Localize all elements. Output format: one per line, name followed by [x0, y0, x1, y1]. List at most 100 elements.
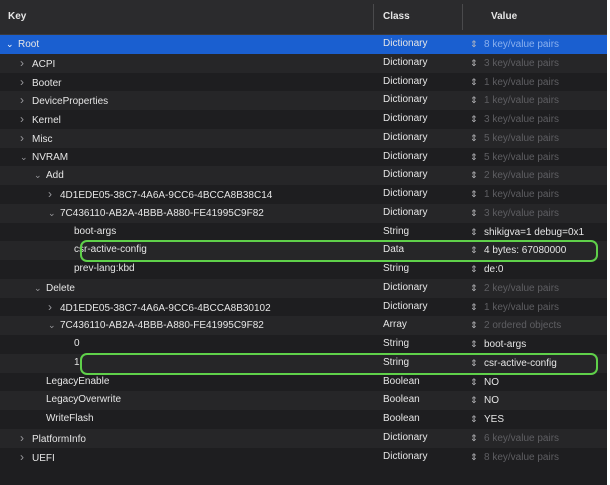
plist-row[interactable]: 1 String ⇕ csr-active-config — [0, 353, 607, 374]
stepper-icon[interactable]: ⇕ — [470, 223, 484, 242]
row-value-cell[interactable]: ⇕ YES — [470, 410, 504, 430]
row-value-cell[interactable]: ⇕ 2 key/value pairs — [470, 166, 559, 186]
row-value-cell[interactable]: ⇕ 2 ordered objects — [470, 316, 561, 336]
row-value-cell[interactable]: ⇕ 3 key/value pairs — [470, 54, 559, 74]
chevron-right-icon[interactable]: › — [20, 91, 32, 110]
row-key-cell[interactable]: csr-active-config — [62, 241, 366, 260]
row-key-cell[interactable]: ⌄ Delete — [34, 279, 366, 299]
chevron-down-icon[interactable]: ⌄ — [20, 148, 32, 167]
stepper-icon[interactable]: ⇕ — [470, 129, 484, 148]
plist-row[interactable]: LegacyEnable Boolean ⇕ NO — [0, 373, 607, 392]
row-class-cell[interactable]: Dictionary — [383, 110, 427, 129]
value-column-header[interactable]: Value — [491, 11, 517, 22]
plist-row[interactable]: ⌄ Root Dictionary ⇕ 8 key/value pairs — [0, 35, 607, 54]
plist-row[interactable]: boot-args String ⇕ shikigva=1 debug=0x1 — [0, 223, 607, 242]
row-value-cell[interactable]: ⇕ 8 key/value pairs — [470, 448, 559, 468]
row-class-cell[interactable]: Boolean — [383, 373, 420, 392]
plist-row[interactable]: ⌄ Add Dictionary ⇕ 2 key/value pairs — [0, 166, 607, 185]
chevron-right-icon[interactable]: › — [20, 429, 32, 448]
row-value-cell[interactable]: ⇕ NO — [470, 373, 499, 393]
chevron-down-icon[interactable]: ⌄ — [34, 279, 46, 298]
plist-row[interactable]: › PlatformInfo Dictionary ⇕ 6 key/value pair… — [0, 428, 607, 450]
stepper-icon[interactable]: ⇕ — [470, 429, 484, 448]
key-column-header[interactable]: Key — [8, 11, 26, 22]
row-value-cell[interactable]: ⇕ csr-active-config — [470, 354, 557, 374]
stepper-icon[interactable]: ⇕ — [470, 91, 484, 110]
row-class-cell[interactable]: Dictionary — [383, 279, 427, 298]
plist-row[interactable]: › DeviceProperties Dictionary ⇕ 1 key/value … — [0, 91, 607, 110]
row-key-cell[interactable]: LegacyOverwrite — [34, 391, 366, 410]
row-key-cell[interactable]: boot-args — [62, 223, 366, 242]
plist-row[interactable]: WriteFlash Boolean ⇕ YES — [0, 410, 607, 429]
row-key-cell[interactable]: ⌄ Root — [6, 35, 366, 55]
row-class-cell[interactable]: Dictionary — [383, 298, 427, 317]
chevron-right-icon[interactable]: › — [20, 73, 32, 92]
stepper-icon[interactable]: ⇕ — [470, 204, 484, 223]
row-value-cell[interactable]: ⇕ 5 key/value pairs — [470, 148, 559, 168]
chevron-right-icon[interactable]: › — [20, 54, 32, 73]
column-divider[interactable] — [462, 4, 463, 30]
row-class-cell[interactable]: Dictionary — [383, 429, 427, 448]
row-class-cell[interactable]: Dictionary — [383, 448, 427, 467]
plist-row[interactable]: LegacyOverwrite Boolean ⇕ NO — [0, 391, 607, 410]
row-class-cell[interactable]: Boolean — [383, 391, 420, 410]
stepper-icon[interactable]: ⇕ — [470, 298, 484, 317]
plist-row[interactable]: › Misc Dictionary ⇕ 5 key/value pairs — [0, 128, 607, 149]
row-value-cell[interactable]: ⇕ 3 key/value pairs — [470, 110, 559, 130]
plist-row[interactable]: ⌄ NVRAM Dictionary ⇕ 5 key/value pairs — [0, 148, 607, 167]
row-key-cell[interactable]: › 4D1EDE05-38C7-4A6A-9CC6-4BCCA8B30102 — [48, 298, 366, 319]
stepper-icon[interactable]: ⇕ — [470, 148, 484, 167]
row-key-cell[interactable]: › PlatformInfo — [20, 429, 366, 450]
row-key-cell[interactable]: WriteFlash — [34, 410, 366, 429]
plist-row[interactable]: 0 String ⇕ boot-args — [0, 335, 607, 354]
row-class-cell[interactable]: String — [383, 335, 409, 354]
stepper-icon[interactable]: ⇕ — [470, 35, 484, 54]
plist-row[interactable]: › UEFI Dictionary ⇕ 8 key/value pairs — [0, 448, 607, 467]
chevron-down-icon[interactable]: ⌄ — [34, 166, 46, 185]
row-key-cell[interactable]: › ACPI — [20, 54, 366, 75]
plist-row[interactable]: ⌄ 7C436110-AB2A-4BBB-A880-FE41995C9F82 Arr… — [0, 316, 607, 335]
chevron-right-icon[interactable]: › — [20, 129, 32, 148]
row-key-cell[interactable]: › DeviceProperties — [20, 91, 366, 112]
stepper-icon[interactable]: ⇕ — [470, 391, 484, 410]
row-key-cell[interactable]: ⌄ Add — [34, 166, 366, 186]
stepper-icon[interactable]: ⇕ — [470, 73, 484, 92]
row-key-cell[interactable]: › 4D1EDE05-38C7-4A6A-9CC6-4BCCA8B38C14 — [48, 185, 366, 206]
row-key-cell[interactable]: prev-lang:kbd — [62, 260, 366, 279]
row-key-cell[interactable]: ⌄ 7C436110-AB2A-4BBB-A880-FE41995C9F82 — [48, 316, 366, 336]
plist-row[interactable]: › Booter Dictionary ⇕ 1 key/value pairs — [0, 73, 607, 92]
plist-row[interactable]: › ACPI Dictionary ⇕ 3 key/value pairs — [0, 53, 607, 75]
stepper-icon[interactable]: ⇕ — [470, 316, 484, 335]
plist-row[interactable]: › 4D1EDE05-38C7-4A6A-9CC6-4BCCA8B38C14 Dic… — [0, 185, 607, 204]
stepper-icon[interactable]: ⇕ — [470, 54, 484, 73]
row-value-cell[interactable]: ⇕ 3 key/value pairs — [470, 204, 559, 224]
row-class-cell[interactable]: Dictionary — [383, 185, 427, 204]
row-class-cell[interactable]: Data — [383, 241, 404, 260]
chevron-right-icon[interactable]: › — [20, 448, 32, 467]
stepper-icon[interactable]: ⇕ — [470, 166, 484, 185]
stepper-icon[interactable]: ⇕ — [470, 241, 484, 260]
chevron-down-icon[interactable]: ⌄ — [6, 35, 18, 54]
row-class-cell[interactable]: String — [383, 354, 409, 373]
row-value-cell[interactable]: ⇕ 1 key/value pairs — [470, 185, 559, 205]
chevron-down-icon[interactable]: ⌄ — [48, 204, 60, 223]
row-class-cell[interactable]: String — [383, 260, 409, 279]
stepper-icon[interactable]: ⇕ — [470, 279, 484, 298]
row-class-cell[interactable]: Dictionary — [383, 204, 427, 223]
row-key-cell[interactable]: › UEFI — [20, 448, 366, 469]
stepper-icon[interactable]: ⇕ — [470, 354, 484, 373]
row-class-cell[interactable]: Dictionary — [383, 54, 427, 73]
row-class-cell[interactable]: String — [383, 223, 409, 242]
plist-row[interactable]: prev-lang:kbd String ⇕ de:0 — [0, 260, 607, 279]
row-value-cell[interactable]: ⇕ de:0 — [470, 260, 503, 280]
plist-row[interactable]: csr-active-config Data ⇕ 4 bytes: 67080000 — [0, 241, 607, 260]
stepper-icon[interactable]: ⇕ — [470, 410, 484, 429]
row-key-cell[interactable]: 1 — [62, 354, 366, 373]
row-value-cell[interactable]: ⇕ 5 key/value pairs — [470, 129, 559, 149]
row-key-cell[interactable]: › Booter — [20, 73, 366, 94]
row-value-cell[interactable]: ⇕ 8 key/value pairs — [470, 35, 559, 55]
row-class-cell[interactable]: Dictionary — [383, 73, 427, 92]
plist-row[interactable]: › Kernel Dictionary ⇕ 3 key/value pairs — [0, 110, 607, 129]
row-value-cell[interactable]: ⇕ shikigva=1 debug=0x1 — [470, 223, 584, 243]
plist-row[interactable]: › 4D1EDE05-38C7-4A6A-9CC6-4BCCA8B30102 Dic… — [0, 298, 607, 317]
